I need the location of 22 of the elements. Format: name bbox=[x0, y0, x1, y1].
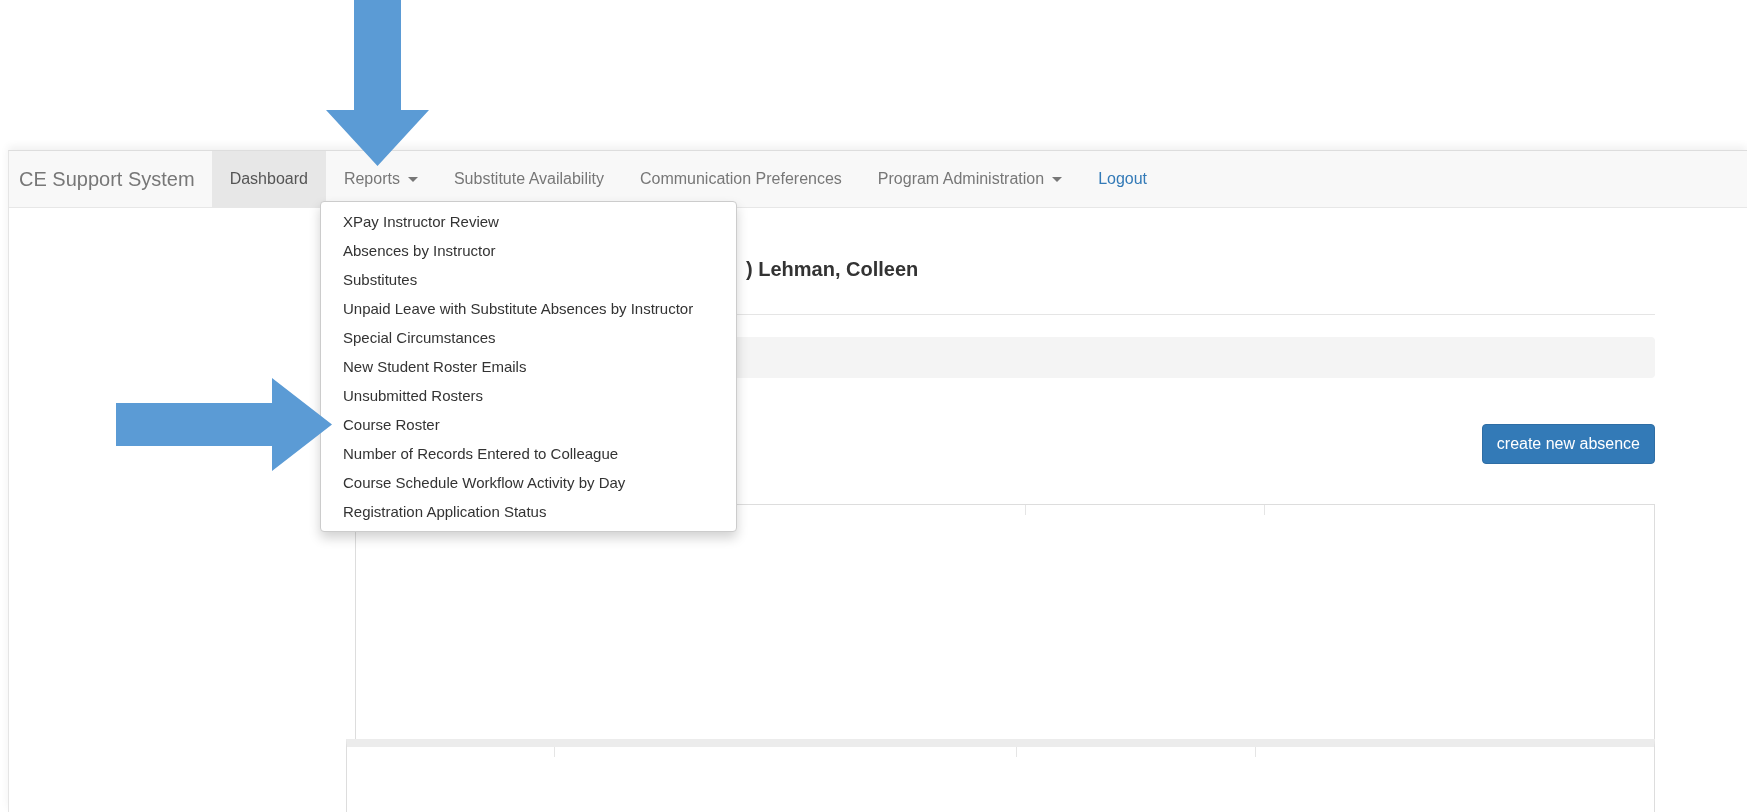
menu-item[interactable]: Number of Records Entered to Colleague bbox=[321, 439, 736, 468]
menu-item[interactable]: Course Roster bbox=[321, 410, 736, 439]
nav-tab[interactable]: Program Administration bbox=[859, 151, 1081, 207]
menu-item[interactable]: Registration Application Status bbox=[321, 497, 736, 526]
page-heading: ) Lehman, Colleen bbox=[746, 258, 920, 282]
menu-item[interactable]: XPay Instructor Review bbox=[321, 207, 736, 236]
logout-link[interactable]: Logout bbox=[1080, 151, 1166, 207]
menu-item[interactable]: Substitutes bbox=[321, 265, 736, 294]
brand-title[interactable]: CE Support System bbox=[9, 151, 212, 207]
nav-tab[interactable]: Dashboard bbox=[211, 151, 326, 207]
menu-item[interactable]: New Student Roster Emails bbox=[321, 352, 736, 381]
menu-item[interactable]: Unpaid Leave with Substitute Absences by Instructor bbox=[321, 294, 736, 323]
arrow-icon bbox=[326, 0, 429, 166]
menu-item[interactable]: Course Schedule Workflow Activity by Day bbox=[321, 468, 736, 497]
menu-item[interactable]: Unsubmitted Rosters bbox=[321, 381, 736, 410]
menu-item[interactable]: Special Circumstances bbox=[321, 323, 736, 352]
nav-tab[interactable]: Reports bbox=[325, 151, 436, 207]
caret-icon bbox=[1052, 176, 1063, 182]
caret-icon bbox=[407, 176, 418, 182]
create-button[interactable]: create new absence bbox=[1481, 424, 1655, 464]
arrow-icon bbox=[116, 378, 332, 471]
menu-item[interactable]: Absences by Instructor bbox=[321, 236, 736, 265]
